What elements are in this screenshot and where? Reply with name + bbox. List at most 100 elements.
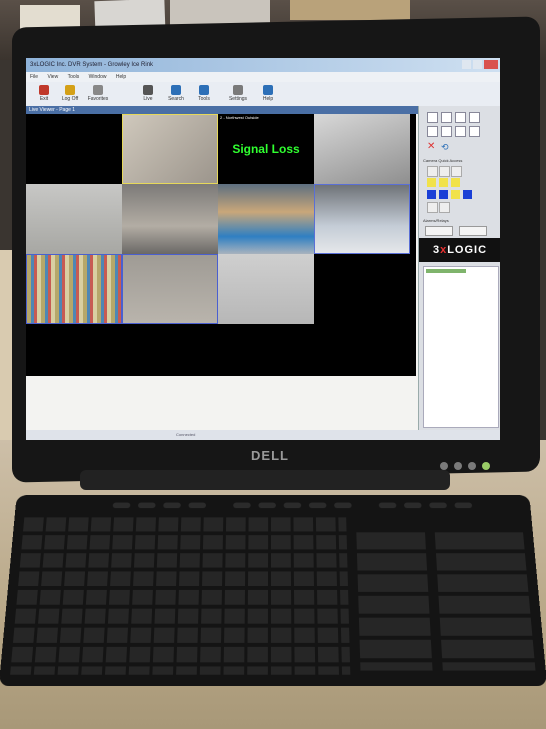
media-key[interactable] (258, 502, 276, 509)
monitor-stand (80, 470, 450, 490)
help-button[interactable]: Help (256, 85, 280, 105)
logoff-button[interactable]: Log Off (58, 85, 82, 105)
camera-tile[interactable] (314, 254, 410, 324)
menu-item-help[interactable]: Help (116, 74, 126, 80)
signal-loss-text: Signal Loss (232, 142, 300, 156)
window-title: 3xLOGIC Inc. DVR System - Growley Ice Ri… (30, 62, 154, 68)
camera-quick-button[interactable] (439, 190, 448, 199)
layout-4x4-icon[interactable] (469, 112, 480, 123)
layout-icon[interactable] (427, 126, 438, 137)
alarm-button[interactable] (425, 226, 453, 236)
media-key[interactable] (233, 502, 251, 509)
layout-2x2-icon[interactable] (441, 112, 452, 123)
layout-icon[interactable] (469, 126, 480, 137)
camera-quick-button[interactable] (427, 178, 436, 187)
paper-note (290, 0, 410, 20)
layout-icon[interactable] (455, 126, 466, 137)
monitor-screen: 3xLOGIC Inc. DVR System - Growley Ice Ri… (26, 58, 500, 440)
media-key[interactable] (137, 502, 156, 509)
refresh-icon[interactable]: ⟲ (441, 142, 451, 152)
monitor-button[interactable] (454, 462, 462, 470)
camera-quick-button[interactable] (427, 202, 438, 213)
media-key[interactable] (308, 502, 327, 509)
device-tree-item[interactable] (426, 269, 466, 273)
keyboard[interactable] (0, 495, 546, 687)
settings-button[interactable]: Settings (226, 85, 250, 105)
camera-tile[interactable] (218, 254, 314, 324)
3xlogic-logo: 3xLOGIC (419, 238, 500, 262)
camera-tile[interactable] (26, 114, 122, 184)
camera-tile[interactable] (122, 184, 218, 254)
camera-tile[interactable] (26, 254, 122, 324)
camera-quick-button[interactable] (439, 202, 450, 213)
camera-tile[interactable] (122, 254, 218, 324)
live-button[interactable]: Live (136, 85, 160, 105)
menu-item-file[interactable]: File (30, 74, 38, 80)
layout-icon[interactable] (441, 126, 452, 137)
tools-button[interactable]: Tools (192, 85, 216, 105)
monitor-button[interactable] (440, 462, 448, 470)
camera-tile[interactable] (314, 114, 410, 184)
camera-quick-button[interactable] (451, 178, 460, 187)
star-icon (93, 85, 103, 95)
window-titlebar: 3xLOGIC Inc. DVR System - Growley Ice Ri… (26, 58, 500, 72)
monitor-brand-logo: DELL (251, 448, 289, 463)
media-key[interactable] (334, 502, 352, 509)
device-tree[interactable] (423, 266, 499, 428)
favorites-button[interactable]: Favorites (86, 85, 110, 105)
media-key[interactable] (378, 502, 397, 509)
numpad-key-block[interactable] (434, 532, 536, 671)
lock-icon (65, 85, 75, 95)
media-key[interactable] (403, 502, 422, 509)
tools-icon (199, 85, 209, 95)
window-controls (462, 60, 498, 70)
power-button[interactable] (482, 462, 490, 470)
camera-quick-button[interactable] (439, 178, 448, 187)
camera-tile-signal-loss[interactable]: 2 - Northwest Outside Signal Loss (218, 114, 314, 184)
exit-button[interactable]: Exit (32, 85, 56, 105)
maximize-icon[interactable] (473, 60, 482, 69)
menu-item-tools[interactable]: Tools (68, 74, 80, 80)
close-all-icon[interactable]: ✕ (427, 142, 437, 152)
camera-quick-button[interactable] (439, 166, 450, 177)
navigation-key-block[interactable] (356, 532, 433, 671)
camera-quick-button[interactable] (463, 190, 472, 199)
camera-tile[interactable] (122, 114, 218, 184)
quick-access-label: Camera Quick Access (423, 158, 463, 163)
media-key[interactable] (163, 502, 181, 509)
camera-tile[interactable] (26, 184, 122, 254)
camera-quick-button[interactable] (427, 190, 436, 199)
layout-3x3-icon[interactable] (455, 112, 466, 123)
camera-quick-button[interactable] (451, 190, 460, 199)
media-key[interactable] (112, 502, 131, 509)
camera-icon (143, 85, 153, 95)
search-button[interactable]: Search (164, 85, 188, 105)
monitor-button[interactable] (468, 462, 476, 470)
media-key[interactable] (188, 502, 207, 509)
search-icon (171, 85, 181, 95)
media-key[interactable] (283, 502, 302, 509)
status-text: Connected (176, 432, 196, 437)
video-grid: 2 - Northwest Outside Signal Loss (26, 114, 416, 376)
exit-icon (39, 85, 49, 95)
camera-quick-button[interactable] (451, 166, 462, 177)
layout-1x1-icon[interactable] (427, 112, 438, 123)
toolbar: Exit Log Off Favorites Live Search Tools… (26, 82, 500, 107)
relay-button[interactable] (459, 226, 487, 236)
menu-bar: File View Tools Window Help (26, 72, 500, 82)
camera-tile[interactable] (314, 184, 410, 254)
media-key[interactable] (429, 502, 447, 509)
viewer-titlebar: Live Viewer - Page 1 (26, 106, 419, 114)
control-panel: ✕ ⟲ Camera Quick Access Alarms/Relays 3x… (418, 106, 500, 430)
menu-item-window[interactable]: Window (89, 74, 107, 80)
help-icon (263, 85, 273, 95)
menu-item-view[interactable]: View (47, 74, 58, 80)
camera-label: 2 - Northwest Outside (220, 115, 259, 120)
camera-quick-button[interactable] (427, 166, 438, 177)
status-bar: Connected (26, 430, 500, 440)
media-key[interactable] (454, 502, 473, 509)
minimize-icon[interactable] (462, 60, 471, 69)
close-icon[interactable] (484, 60, 498, 69)
camera-tile[interactable] (218, 184, 314, 254)
key-separators (10, 517, 351, 675)
